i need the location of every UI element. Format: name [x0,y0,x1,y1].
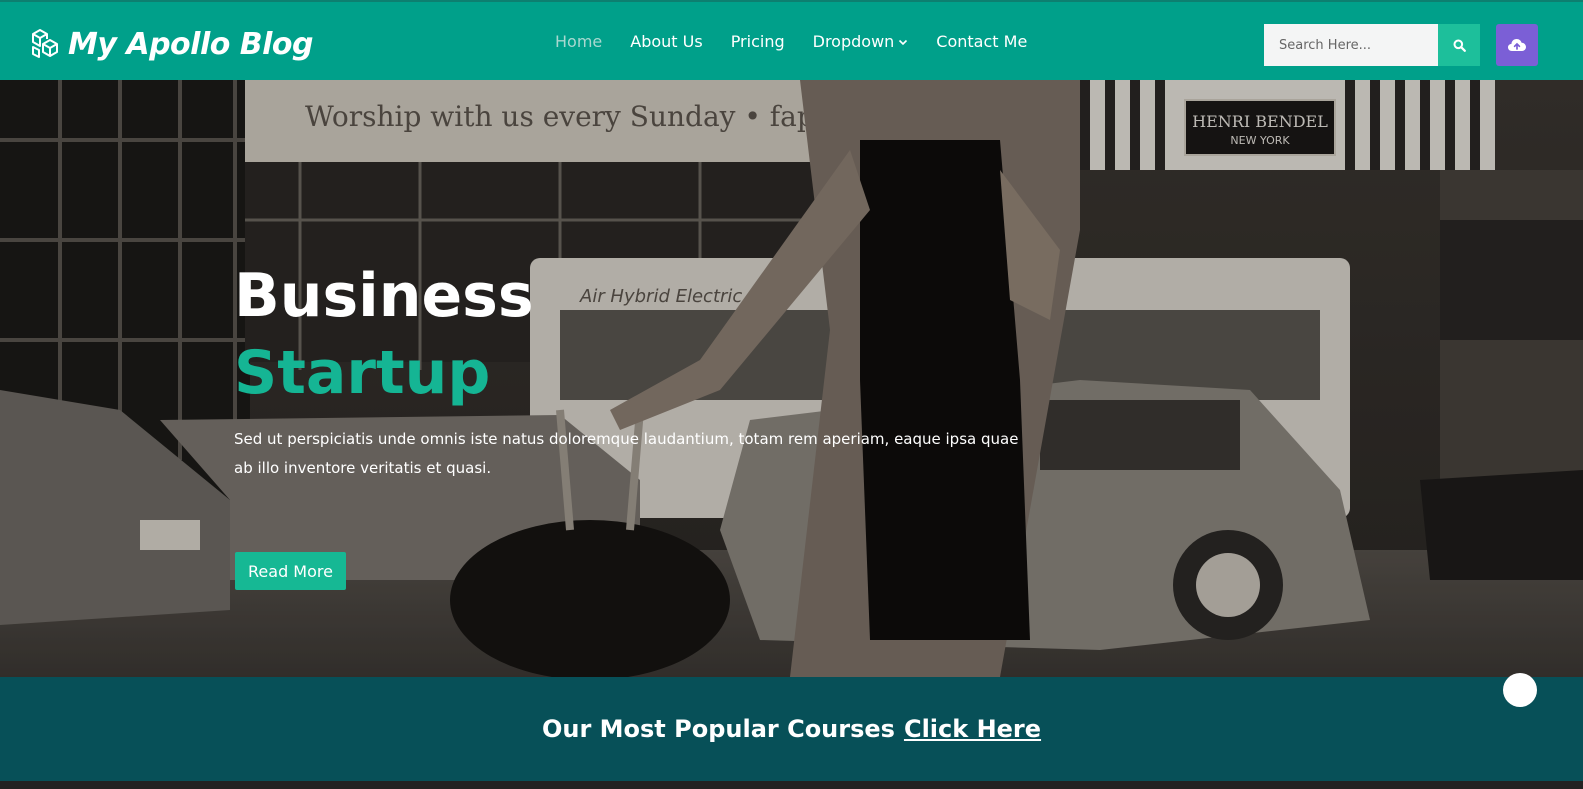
chevron-down-icon [899,39,908,45]
hero-description: Sed ut perspiciatis unde omnis iste natu… [234,430,1019,477]
hero-banner: Worship with us every Sunday • fapc.org … [0,80,1583,677]
brand-link[interactable]: My Apollo Blog [30,24,314,64]
navbar: My Apollo Blog Home About Us Pricing Dro… [0,0,1583,80]
nav-home-label: Home [555,32,603,51]
nav-about-us[interactable]: About Us [630,32,702,51]
cta-heading: Our Most Popular Courses [541,715,895,743]
nav-contact-me[interactable]: Contact Me [936,32,1027,51]
brand-title: My Apollo Blog [68,26,314,62]
nav-pricing[interactable]: Pricing [731,32,785,51]
cta-text-row: Our Most Popular Courses Click Here [0,677,1583,781]
cloud-upload-button[interactable] [1496,24,1538,66]
nav-home[interactable]: Home [555,32,602,51]
search-form [1264,24,1480,66]
nav-contact-label: Contact Me [936,32,1028,51]
search-button[interactable] [1438,24,1480,66]
nav-pricing-label: Pricing [730,32,785,51]
search-icon [1453,39,1466,52]
search-input[interactable] [1264,24,1438,66]
hero-title-startup: Startup [234,338,491,408]
courses-cta-banner: Our Most Popular Courses Click Here [0,677,1583,781]
scroll-top-button[interactable] [1503,673,1537,707]
page-bottom-edge [0,781,1583,789]
read-more-button[interactable]: Read More [235,552,346,590]
cubes-logo-icon [32,29,58,58]
nav-dropdown[interactable]: Dropdown [813,32,909,51]
main-nav: Home About Us Pricing Dropdown Contact M… [541,2,1041,82]
cta-click-here-link[interactable]: Click Here [904,715,1041,743]
nav-dropdown-label: Dropdown [812,32,895,51]
nav-about-label: About Us [630,32,703,51]
cloud-upload-icon [1508,39,1526,51]
hero-title-business: Business [234,261,534,331]
